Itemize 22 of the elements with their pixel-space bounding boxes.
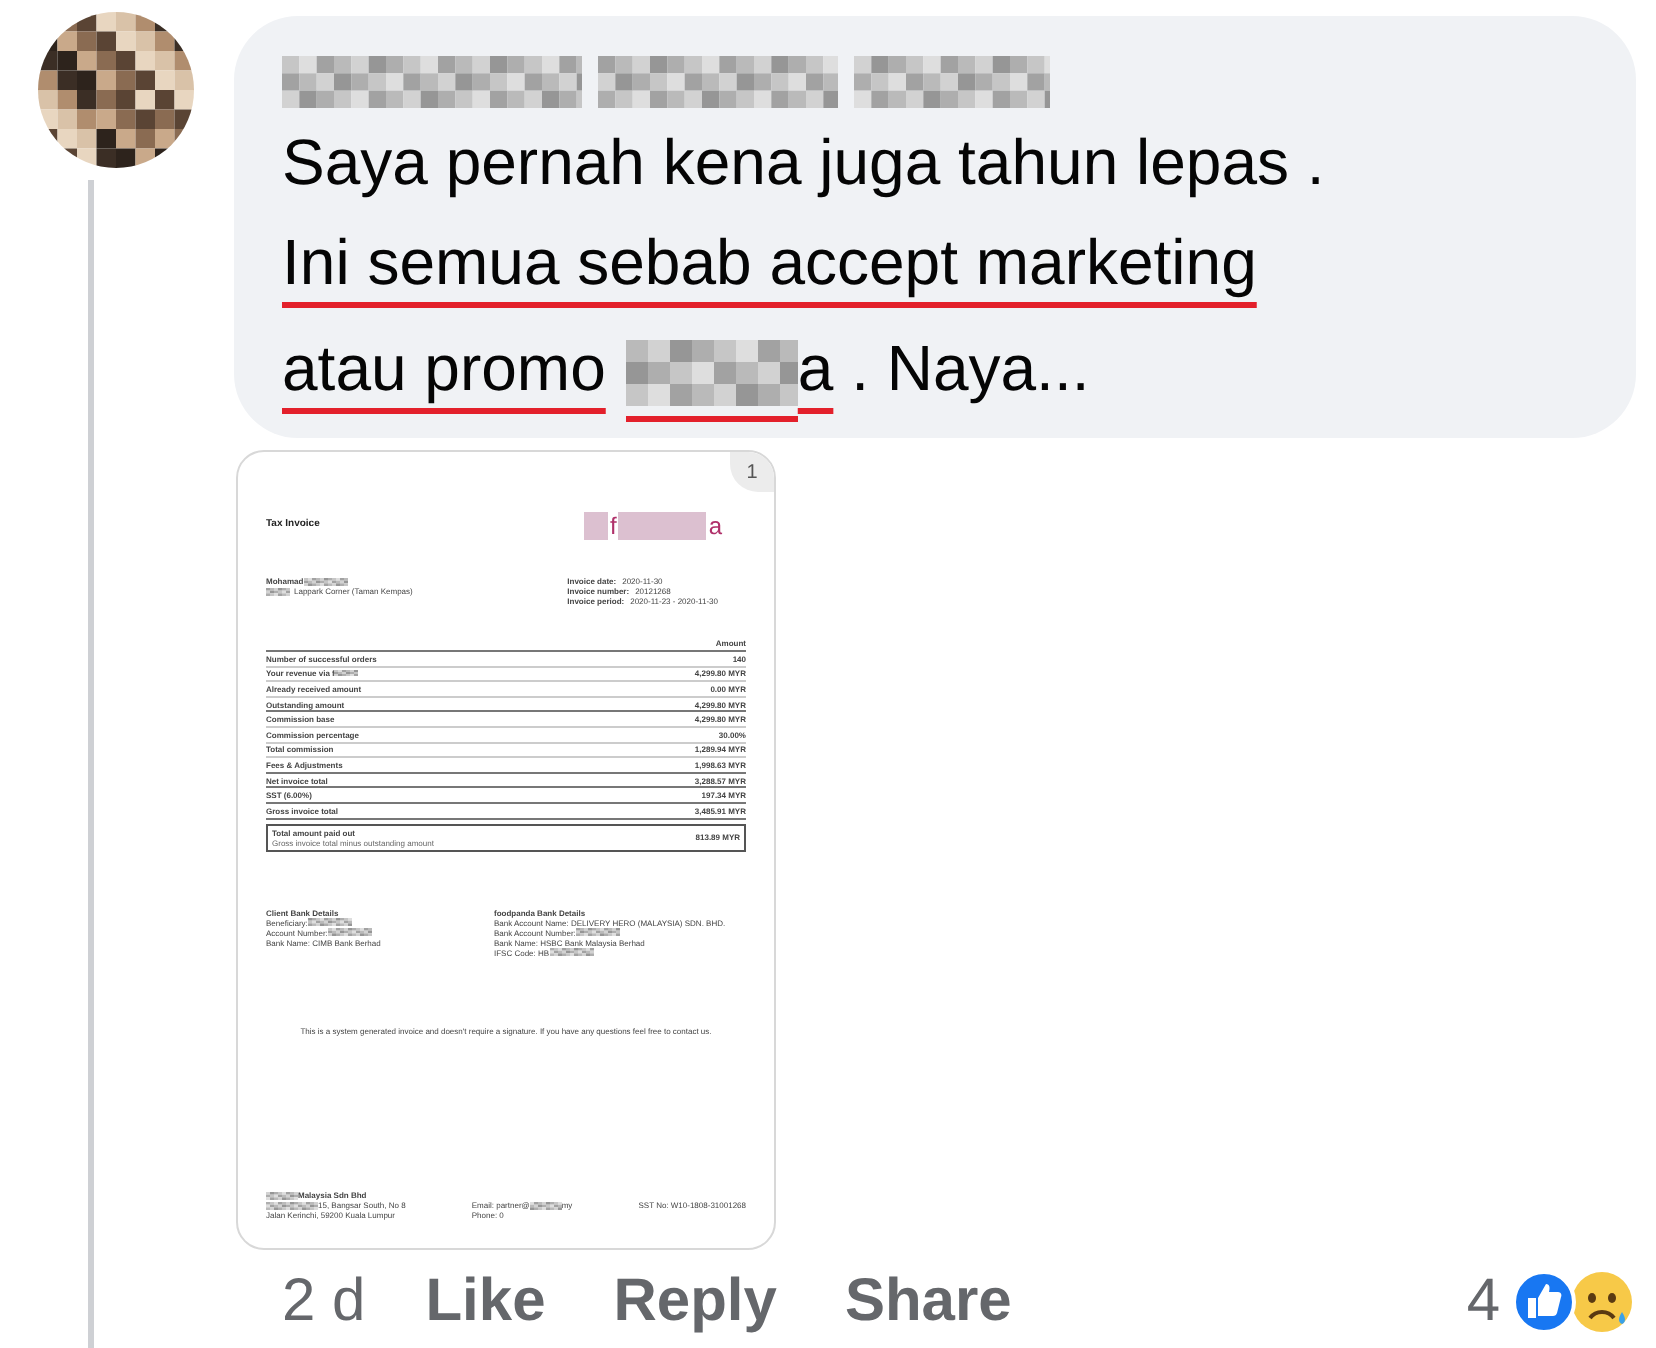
sad-face-icon[interactable] [1568, 1268, 1636, 1336]
redaction-mosaic [575, 928, 620, 937]
comment-action[interactable]: Share [844, 1266, 1012, 1338]
logo: f a [583, 508, 722, 544]
redaction-mosaic [334, 670, 359, 677]
comment-text: a [797, 329, 834, 407]
page-number: 1 [730, 452, 774, 492]
redaction-mosaic [303, 577, 348, 585]
avatar[interactable] [37, 12, 193, 168]
comment-text: Saya pernah kena juga tahun lepas . [282, 124, 1325, 202]
comment-action[interactable]: Reply [613, 1266, 777, 1338]
timestamp: 2 d [282, 1266, 366, 1338]
redaction-mosaic [266, 587, 290, 595]
invoice-image[interactable] [236, 450, 776, 1250]
reaction-count: 4 [1466, 1266, 1500, 1338]
comment-text: Ini semua sebab accept marketing [282, 224, 1257, 302]
redaction-mosaic [529, 1201, 562, 1209]
comment-text: atau promo [282, 329, 606, 408]
comment-action[interactable]: Like [425, 1266, 546, 1338]
redaction-mosaic [549, 948, 594, 957]
comment-text: . Naya... [849, 329, 1090, 408]
like-reaction-icon[interactable] [1512, 1270, 1576, 1334]
